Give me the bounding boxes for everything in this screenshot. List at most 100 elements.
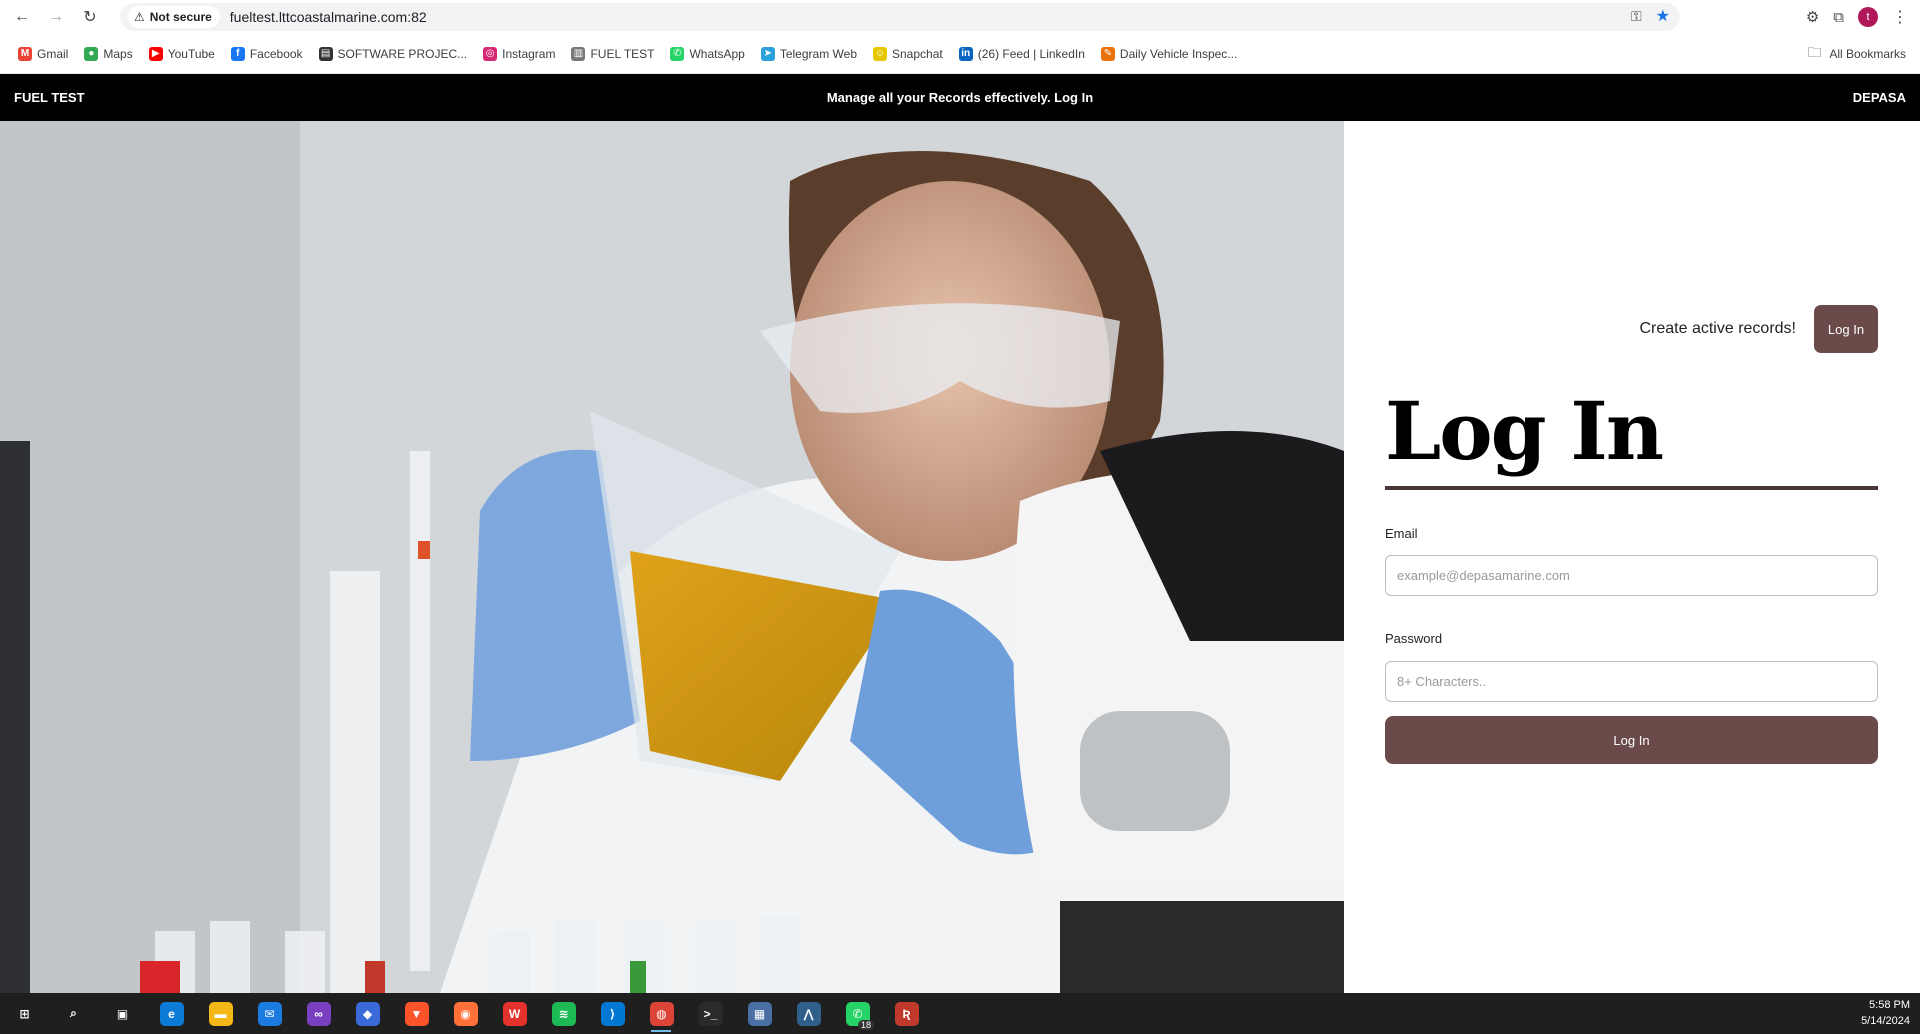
start-icon[interactable]: ⊞: [0, 993, 49, 1034]
bookmark-label: SOFTWARE PROJEC...: [337, 46, 468, 61]
bookmark-item[interactable]: in (26) Feed | LinkedIn: [951, 40, 1093, 68]
reload-icon[interactable]: ↻: [78, 5, 102, 29]
company-link[interactable]: DEPASA: [1853, 90, 1906, 105]
bookmark-label: Gmail: [37, 46, 69, 61]
file-explorer-icon[interactable]: ▬: [196, 993, 245, 1034]
taskbar-glyph: ⊞: [12, 1001, 37, 1026]
email-label: Email: [1385, 526, 1418, 541]
bookmark-item[interactable]: ▥ FUEL TEST: [563, 40, 662, 68]
bookmark-label: Snapchat: [892, 46, 943, 61]
whatsapp-icon: ✆: [670, 46, 685, 61]
heading-divider: [1385, 486, 1878, 490]
instagram-icon: ◎: [483, 46, 498, 61]
back-arrow-icon[interactable]: ←: [10, 5, 34, 29]
bookmark-label: Maps: [103, 46, 133, 61]
url-text[interactable]: fueltest.lttcoastalmarine.com:82: [230, 9, 427, 25]
system-clock[interactable]: 5:58 PM 5/14/2024: [1861, 997, 1910, 1029]
app-navbar: FUEL TEST Manage all your Records effect…: [0, 74, 1920, 121]
form-icon: ✎: [1100, 46, 1115, 61]
taskbar-glyph: ◉: [453, 1001, 478, 1026]
menu-kebab-icon[interactable]: ⋮: [1892, 7, 1908, 27]
bookmark-item[interactable]: ● Maps: [76, 40, 140, 68]
navbar-tagline[interactable]: Manage all your Records effectively. Log…: [827, 90, 1093, 105]
browser-toolbar: ← → ↻ ⚠ Not secure fueltest.lttcoastalma…: [0, 0, 1920, 34]
brand-link[interactable]: FUEL TEST: [14, 90, 85, 105]
taskbar-glyph: ▼: [404, 1001, 429, 1026]
chrome-icon[interactable]: ◍: [637, 993, 686, 1034]
lab-scene-illustration: [0, 121, 1344, 993]
address-bar[interactable]: ⚠ Not secure fueltest.lttcoastalmarine.c…: [120, 3, 1680, 31]
taskbar-glyph: ▬: [208, 1001, 233, 1026]
bookmark-item[interactable]: ✆ WhatsApp: [662, 40, 752, 68]
bookmark-item[interactable]: ◎ Instagram: [475, 40, 563, 68]
telegram-icon: ➤: [760, 46, 775, 61]
taskbar-glyph: ▦: [747, 1001, 772, 1026]
bookmark-label: (26) Feed | LinkedIn: [977, 46, 1085, 61]
facebook-icon: f: [230, 46, 245, 61]
extension-gear-icon[interactable]: ⚙: [1806, 8, 1819, 26]
terminal-icon[interactable]: >_: [686, 993, 735, 1034]
all-bookmarks-label: All Bookmarks: [1829, 47, 1906, 61]
bookmark-item[interactable]: ▤ SOFTWARE PROJEC...: [311, 40, 476, 68]
security-chip[interactable]: ⚠ Not secure: [128, 6, 220, 28]
taskbar-glyph: >_: [698, 1001, 723, 1026]
spotify-icon[interactable]: ≋: [539, 993, 588, 1034]
vscode-icon[interactable]: ⟩: [588, 993, 637, 1034]
bookmark-label: YouTube: [167, 46, 215, 61]
taskbar-glyph: ⟩: [600, 1001, 625, 1026]
all-bookmarks-button[interactable]: 🗀 All Bookmarks: [1807, 40, 1906, 68]
login-submit-button[interactable]: Log In: [1385, 716, 1878, 764]
bookmark-label: Facebook: [249, 46, 303, 61]
firefox-icon[interactable]: ◉: [441, 993, 490, 1034]
edge-icon[interactable]: e: [147, 993, 196, 1034]
login-heading: Log In: [1385, 384, 1664, 478]
taskbar: ⊞ ⌕ ▣ e ▬ ✉ ∞ ◆ ▼ ◉ W ≋ ⟩ ◍ >_ ▦ ⋀ ✆ 18 Ʀ 5:58 PM 5/14/2024: [0, 993, 1920, 1034]
bookmark-item[interactable]: ✎ Daily Vehicle Inspec...: [1093, 40, 1245, 68]
bookmark-item[interactable]: M Gmail: [10, 40, 76, 68]
whatsapp-icon[interactable]: ✆ 18: [833, 993, 882, 1034]
clock-time: 5:58 PM: [1869, 999, 1910, 1011]
app-blue-icon[interactable]: ◆: [343, 993, 392, 1034]
app-red-icon[interactable]: Ʀ: [882, 993, 931, 1034]
password-field[interactable]: [1385, 661, 1878, 702]
film-icon: ▤: [318, 46, 333, 61]
bookmark-item[interactable]: ☺ Snapchat: [865, 40, 951, 68]
taskbar-glyph: e: [159, 1001, 184, 1026]
clock-date: 5/14/2024: [1861, 1015, 1910, 1027]
bookmark-label: Daily Vehicle Inspec...: [1119, 46, 1238, 61]
header-login-button[interactable]: Log In: [1814, 305, 1878, 353]
bookmark-item[interactable]: ▶ YouTube: [141, 40, 223, 68]
email-field[interactable]: [1385, 555, 1878, 596]
maps-icon: ●: [84, 46, 99, 61]
bookmark-star-icon[interactable]: ★: [1656, 6, 1670, 26]
taskbar-glyph: Ʀ: [894, 1001, 919, 1026]
profile-avatar[interactable]: t: [1858, 7, 1878, 27]
cta-row: Create active records! Log In: [1639, 305, 1878, 353]
warning-icon: ⚠: [134, 10, 145, 24]
taskbar-glyph: ◆: [355, 1001, 380, 1026]
taskbar-glyph: ⌕: [61, 1001, 86, 1026]
wps-icon[interactable]: W: [490, 993, 539, 1034]
login-panel: Create active records! Log In Log In Ema…: [1344, 121, 1920, 993]
app-chart-icon[interactable]: ⋀: [784, 993, 833, 1034]
bookmark-label: FUEL TEST: [590, 46, 655, 61]
bookmark-label: Instagram: [502, 46, 556, 61]
password-label: Password: [1385, 631, 1443, 646]
forward-arrow-icon[interactable]: →: [44, 5, 68, 29]
mail-icon[interactable]: ✉: [245, 993, 294, 1034]
hero-lab-image: [0, 121, 1344, 993]
folder-icon: 🗀: [1807, 44, 1822, 60]
search-icon[interactable]: ⌕: [49, 993, 98, 1034]
bookmark-item[interactable]: f Facebook: [223, 40, 311, 68]
password-key-icon[interactable]: ⚿: [1631, 8, 1642, 25]
app-purple-icon[interactable]: ∞: [294, 993, 343, 1034]
brave-icon[interactable]: ▼: [392, 993, 441, 1034]
gmail-icon: M: [18, 46, 32, 61]
extensions-puzzle-icon[interactable]: ⧉: [1833, 9, 1844, 26]
task-view-icon[interactable]: ▣: [98, 993, 147, 1034]
taskbar-glyph: ∞: [306, 1001, 331, 1026]
bookmark-item[interactable]: ➤ Telegram Web: [753, 40, 865, 68]
taskbar-glyph: ◍: [649, 1001, 674, 1026]
app-monitor-icon[interactable]: ▦: [735, 993, 784, 1034]
site-icon: ▥: [571, 46, 586, 61]
